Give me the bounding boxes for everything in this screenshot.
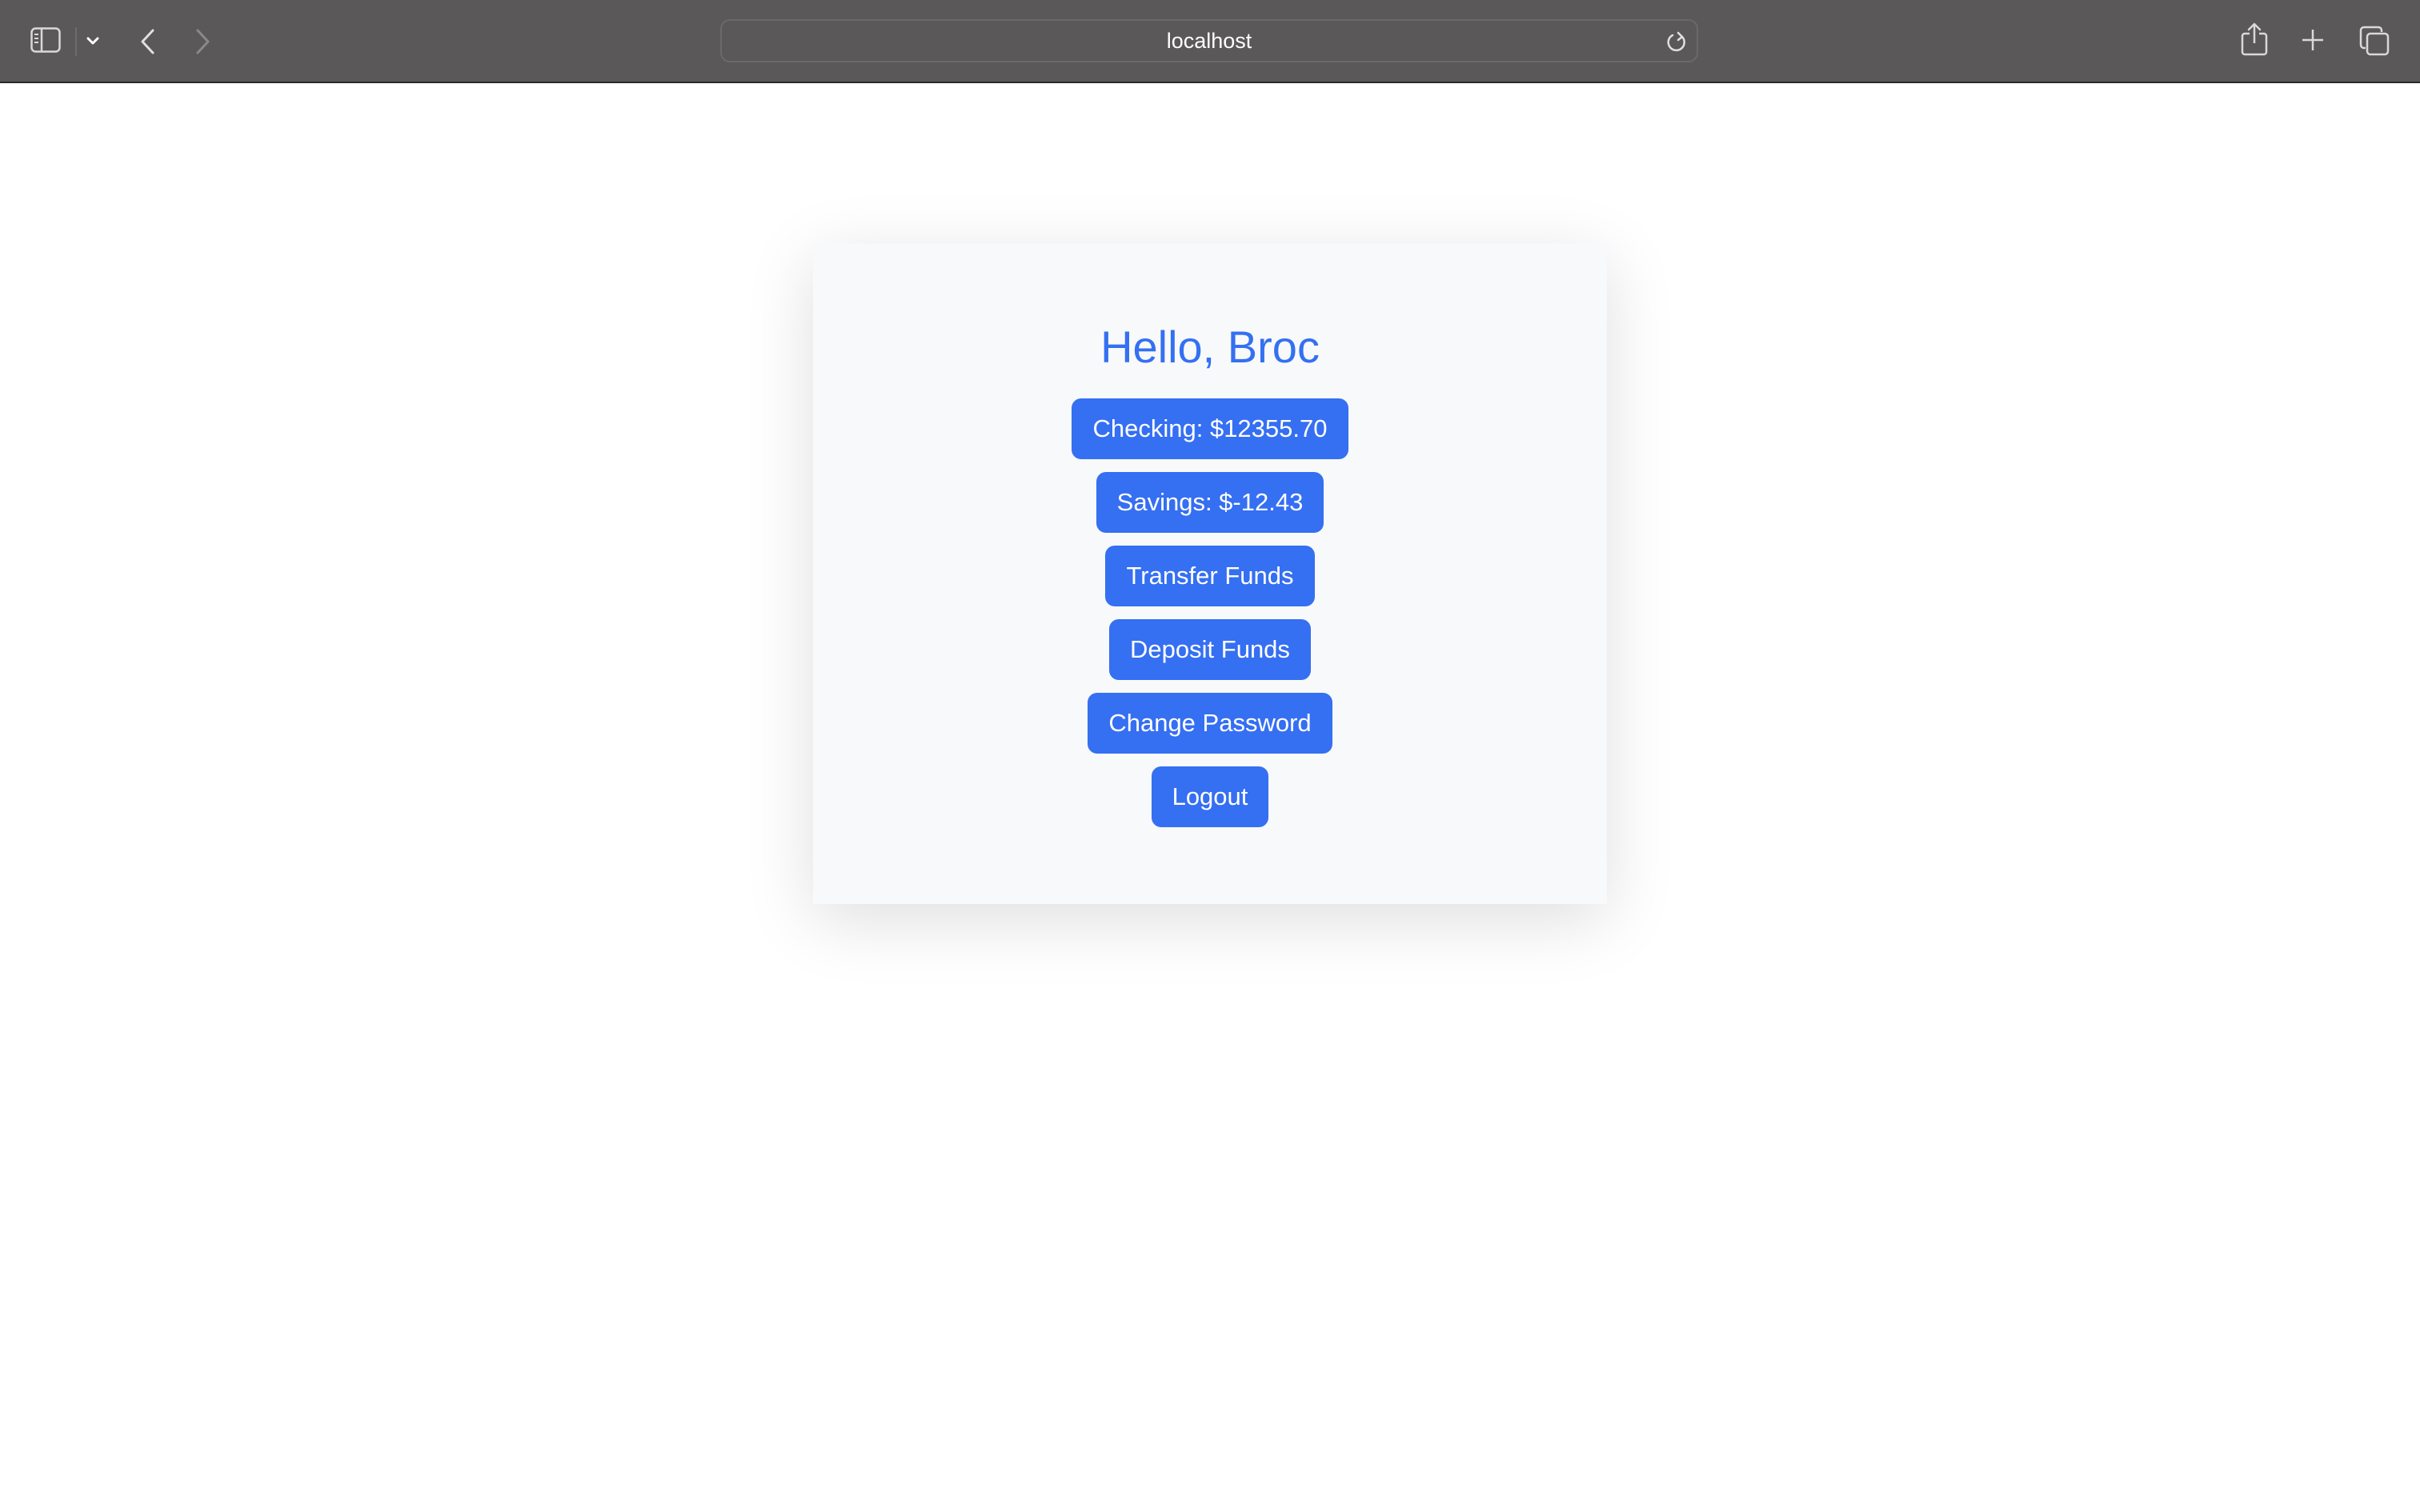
chevron-right-icon[interactable] — [190, 27, 214, 56]
address-bar[interactable]: localhost — [720, 19, 1698, 62]
account-card: Hello, Broc Checking: $12355.70 Savings:… — [813, 243, 1607, 904]
chevron-down-icon[interactable] — [83, 30, 102, 51]
checking-balance-button[interactable]: Checking: $12355.70 — [1072, 398, 1348, 459]
chevron-left-icon[interactable] — [136, 27, 160, 56]
savings-balance-button[interactable]: Savings: $-12.43 — [1096, 472, 1324, 533]
change-password-button[interactable]: Change Password — [1088, 693, 1332, 754]
sidebar-icon[interactable] — [30, 27, 61, 53]
browser-toolbar: localhost — [0, 0, 2420, 83]
share-icon[interactable] — [2241, 22, 2268, 56]
url-text: localhost — [1166, 28, 1252, 53]
plus-icon[interactable] — [2300, 26, 2326, 54]
greeting-heading: Hello, Broc — [1100, 322, 1320, 372]
toolbar-divider — [75, 27, 77, 56]
reload-icon[interactable] — [1666, 30, 1689, 54]
transfer-funds-button[interactable]: Transfer Funds — [1105, 546, 1315, 606]
logout-button[interactable]: Logout — [1151, 766, 1269, 827]
tabs-icon[interactable] — [2359, 26, 2390, 56]
deposit-funds-button[interactable]: Deposit Funds — [1109, 619, 1311, 680]
